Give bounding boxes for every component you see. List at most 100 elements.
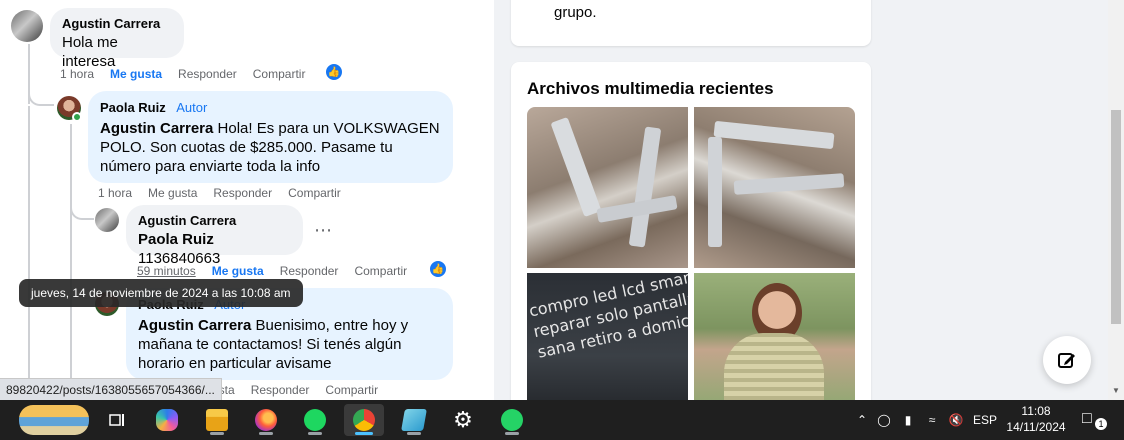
taskbar-copilot[interactable] [147,404,187,436]
notification-icon: □ [1082,410,1092,427]
page-scrollbar[interactable]: ▼ [1108,0,1124,400]
comment-author[interactable]: Agustin Carrera [138,213,291,228]
taskbar-spotify[interactable] [295,404,335,436]
like-button[interactable]: Me gusta [110,67,162,81]
comment-bubble: Agustin Carrera Hola me interesa [50,8,184,70]
comment-time[interactable]: 1 hora [98,186,132,200]
notification-button[interactable]: □ 1 [1082,410,1107,432]
running-indicator [259,432,273,435]
comments-panel: Agustin Carrera Hola me interesa 1 hora … [0,0,494,400]
media-photo-detail [713,120,835,150]
thread-connector [70,200,94,220]
comment-bubble: Paola Ruiz Autor Agustin Carrera Hola! E… [88,91,453,183]
comment-author[interactable]: Paola Ruiz [100,100,166,115]
spotify-icon [304,409,326,431]
compose-button[interactable] [1043,336,1091,384]
thread-connector [28,84,54,106]
recent-media-title: Archivos multimedia recientes [527,79,774,98]
more-options-icon[interactable]: ⋯ [314,220,333,241]
comment-text: Agustin Carrera Buenisimo, entre hoy y m… [138,317,409,372]
comment-author[interactable]: Agustin Carrera [62,16,172,31]
media-thumbnail[interactable] [694,273,855,412]
taskbar-notepad[interactable] [394,404,434,436]
like-icon[interactable]: 👍 [325,63,343,81]
share-button[interactable]: Compartir [288,186,341,200]
comment-time[interactable]: 1 hora [60,67,94,81]
folder-icon [206,409,228,431]
task-view-button[interactable] [97,404,137,436]
scrollbar-thumb[interactable] [1111,110,1121,324]
language-indicator[interactable]: ESP [968,413,1002,427]
reply-button[interactable]: Responder [280,264,339,278]
firefox-icon [255,409,277,431]
reply-button[interactable]: Responder [251,383,310,397]
notification-count: 1 [1095,418,1107,430]
mention-link[interactable]: Agustin Carrera [100,120,213,137]
running-indicator [355,432,373,435]
reply-button[interactable]: Responder [178,67,237,81]
volume-muted-icon[interactable]: 🔇 [944,413,968,427]
windows-taskbar: ⚙ ⌃ ◯ ▮ ≈ 🔇 ESP □ 1 [0,400,1124,440]
media-photo-detail [733,173,845,195]
taskbar-firefox[interactable] [246,404,286,436]
mention-link[interactable]: Agustin Carrera [138,317,251,334]
taskbar-weather-widget[interactable] [18,404,90,436]
comment-bubble: Agustin Carrera Paola Ruiz 1136840663 [126,205,303,267]
taskbar-chrome[interactable] [344,404,384,436]
taskbar-settings[interactable]: ⚙ [443,404,483,436]
recent-media-card: Archivos multimedia recientes compro led… [511,62,871,412]
like-icon[interactable]: 👍 [429,260,447,278]
gear-icon: ⚙ [453,407,473,432]
notepad-icon [401,409,427,431]
media-thumbnail[interactable] [694,107,855,268]
comment-actions: 1 hora Me gusta Responder Compartir [98,186,341,200]
author-badge: Autor [176,100,208,115]
whatsapp-icon [501,409,523,431]
comment-text: Paola Ruiz 1136840663 [138,231,221,267]
media-thumbnail[interactable]: compro led lcd smart a reparar solo pant… [527,273,688,412]
chrome-icon [353,409,375,431]
show-hidden-icons-chevron-icon[interactable]: ⌃ [852,413,872,427]
media-photo-detail [628,126,662,248]
wifi-icon[interactable]: ≈ [920,413,944,427]
share-button[interactable]: Compartir [253,67,306,81]
like-button[interactable]: Me gusta [148,186,197,200]
meet-now-icon[interactable]: ◯ [872,413,896,427]
running-indicator [505,432,519,435]
thread-line [28,106,30,400]
taskbar-file-explorer[interactable] [197,404,237,436]
media-overlay-text: compro led lcd smart a reparar solo pant… [527,273,688,362]
comment-actions: 59 minutos Me gusta Responder Compartir [137,264,407,278]
comment-text: Hola me interesa [62,34,118,70]
share-button[interactable]: Compartir [354,264,407,278]
media-photo-detail [708,137,722,247]
compose-icon [1058,353,1075,368]
running-indicator [210,432,224,435]
media-thumbnail[interactable] [527,107,688,268]
online-status-indicator [72,112,82,122]
scroll-down-arrow-icon[interactable]: ▼ [1112,386,1120,395]
status-bar-url: 89820422/posts/1638055657054366/... [0,378,222,400]
mention-link[interactable]: Paola Ruiz [138,231,214,248]
sidebar-right: grupo. Archivos multimedia recientes com… [495,0,1108,412]
weather-widget-icon [19,405,89,435]
share-button[interactable]: Compartir [325,383,378,397]
media-photo-detail [550,116,602,218]
about-text: grupo. [554,4,597,21]
timestamp-tooltip: jueves, 14 de noviembre de 2024 a las 10… [19,279,303,307]
comment-actions: usta Responder Compartir [212,383,378,397]
avatar[interactable] [95,208,119,232]
comment-time[interactable]: 59 minutos [137,264,196,278]
comment-actions: 1 hora Me gusta Responder Compartir [60,67,305,81]
battery-icon[interactable]: ▮ [896,413,920,427]
taskbar-clock[interactable]: 11:08 14/11/2024 [1004,403,1068,435]
about-card: grupo. [511,0,871,46]
reply-button[interactable]: Responder [213,186,272,200]
thread-line [70,124,72,400]
taskbar-whatsapp[interactable] [492,404,532,436]
like-button[interactable]: Me gusta [212,264,264,278]
avatar[interactable] [11,10,43,42]
copilot-icon [156,409,178,431]
running-indicator [308,432,322,435]
comment-text: Agustin Carrera Hola! Es para un VOLKSWA… [100,120,440,175]
